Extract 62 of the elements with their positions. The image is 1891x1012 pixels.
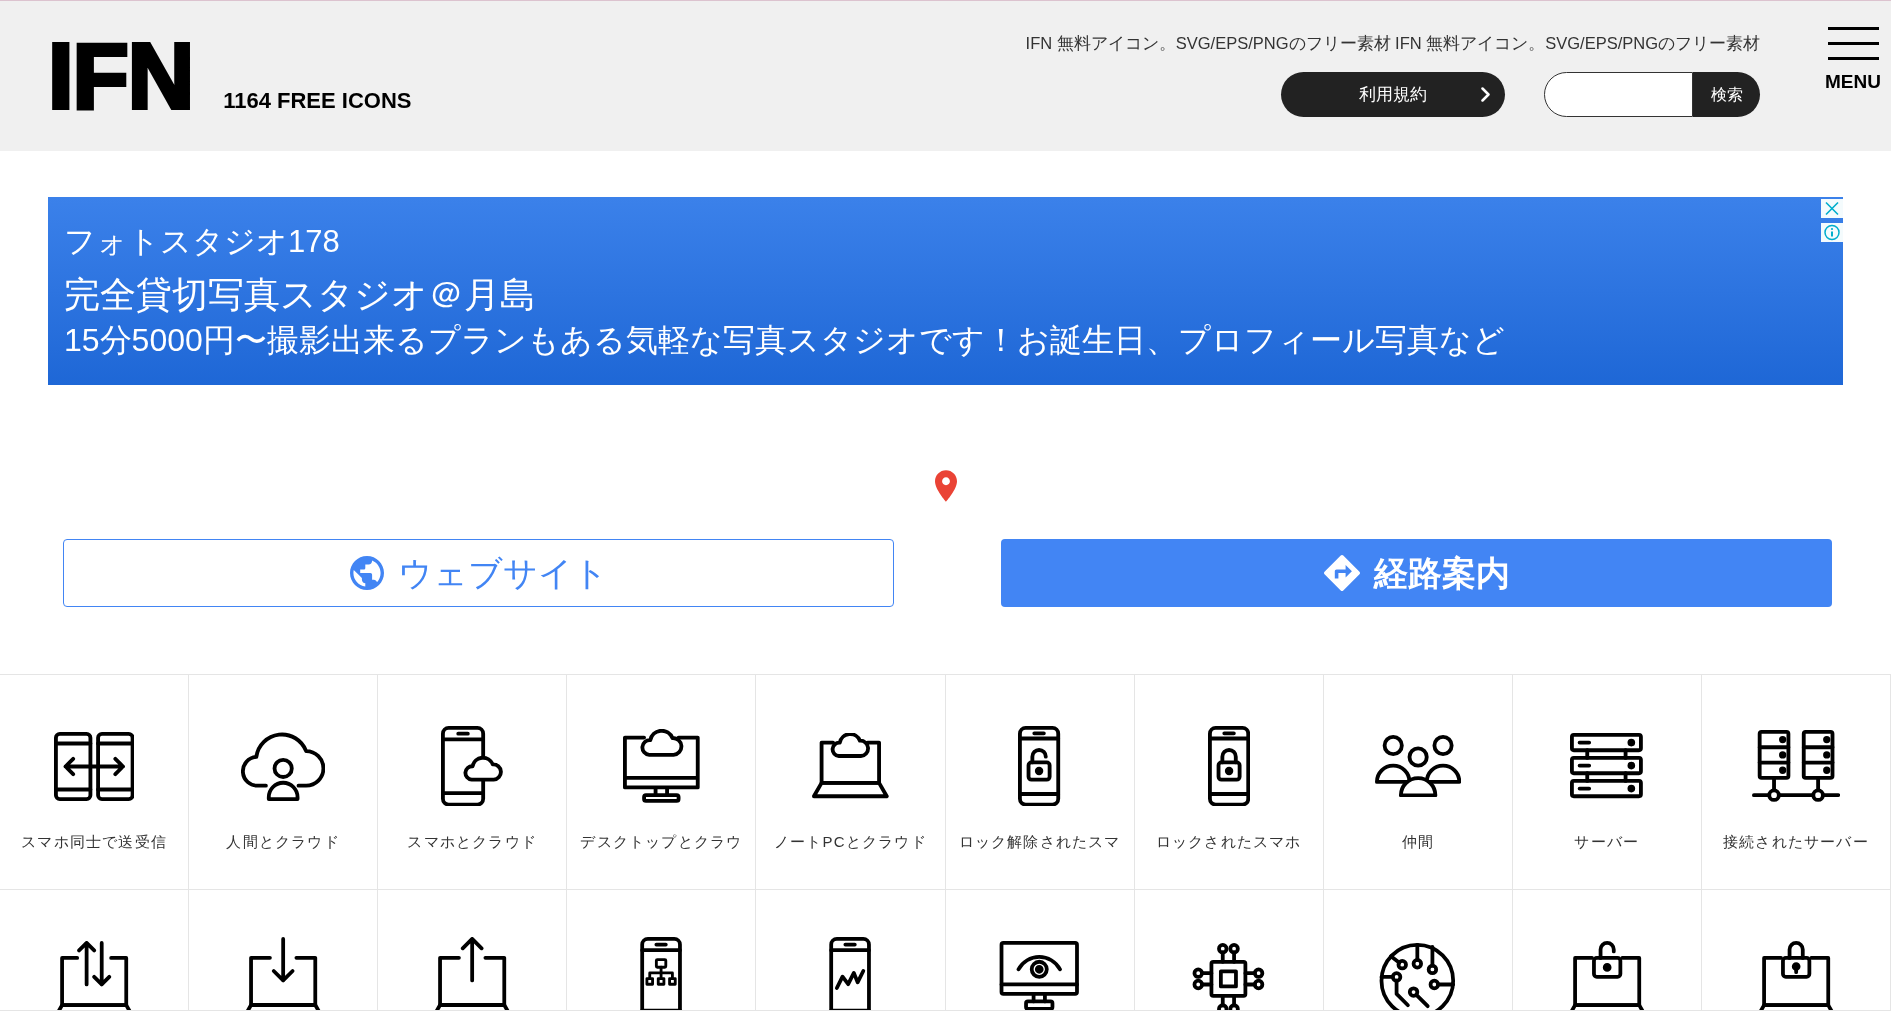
icon-card[interactable]: 接続されたサーバー bbox=[1701, 675, 1891, 890]
icon-label: ノートPCとクラウド bbox=[774, 832, 927, 852]
chevron-right-icon bbox=[1481, 87, 1491, 102]
site-notice: IFN 無料アイコン。SVG/EPS/PNGのフリー素材 IFN 無料アイコン。SVG/EPS/PNGのフリー素材 bbox=[1025, 33, 1761, 54]
icon-card[interactable]: スマホ同士で送受信 bbox=[0, 675, 190, 890]
site-logo[interactable]: IFN bbox=[48, 30, 194, 122]
terms-button[interactable]: 利用規約 bbox=[1281, 72, 1506, 117]
map-pin-icon bbox=[934, 470, 957, 502]
directions-button[interactable]: 経路案内 bbox=[1001, 539, 1832, 607]
icon-card[interactable]: ロック解除されたスマ bbox=[945, 675, 1135, 890]
icon-card[interactable] bbox=[1701, 890, 1891, 1011]
icon-label: サーバー bbox=[1574, 832, 1640, 852]
search-field[interactable] bbox=[1544, 72, 1694, 117]
icon-label: 仲間 bbox=[1401, 832, 1434, 852]
ad-description: 15分5000円〜撮影出来るプランもある気軽な写真スタジオです！お誕生日、プロフィール写真など bbox=[64, 321, 1505, 360]
ad-advertiser: フォトスタジオ178 bbox=[64, 223, 340, 261]
icon-card[interactable]: ロックされたスマホ bbox=[1134, 675, 1324, 890]
phone-line-chart-icon bbox=[829, 936, 872, 1010]
monitor-eye-icon bbox=[999, 940, 1080, 1010]
icon-card[interactable]: 仲間 bbox=[1323, 675, 1513, 890]
people-group-icon bbox=[1374, 734, 1461, 798]
icon-card[interactable]: 人間とクラウド bbox=[189, 675, 379, 890]
server-rack-icon bbox=[1570, 733, 1644, 799]
icon-card[interactable]: ノートPCとクラウド bbox=[756, 675, 946, 890]
menu-icon bbox=[1827, 27, 1879, 61]
laptop-cloud-icon bbox=[812, 732, 889, 800]
website-button[interactable]: ウェブサイト bbox=[63, 539, 894, 607]
icon-label: 接続されたサーバー bbox=[1723, 832, 1869, 852]
icon-label: スマホとクラウド bbox=[407, 832, 538, 852]
cloud-person-icon bbox=[240, 731, 326, 801]
icon-card[interactable] bbox=[189, 890, 379, 1011]
icon-label: ロックされたスマホ bbox=[1155, 832, 1302, 852]
icon-label: 人間とクラウド bbox=[226, 832, 340, 852]
icon-label: デスクトップとクラウ bbox=[580, 832, 743, 852]
connected-servers-icon bbox=[1751, 730, 1840, 802]
phone-cloud-icon bbox=[440, 725, 504, 807]
icon-card[interactable] bbox=[756, 890, 946, 1011]
icon-card[interactable] bbox=[567, 890, 757, 1011]
icon-card[interactable] bbox=[1512, 890, 1702, 1011]
icon-card[interactable]: スマホとクラウド bbox=[378, 675, 568, 890]
monitor-cloud-icon bbox=[623, 729, 700, 803]
directions-icon bbox=[1323, 555, 1360, 591]
ad-headline: 完全貸切写真スタジオ＠月島 bbox=[64, 273, 536, 317]
circuit-circle-icon bbox=[1379, 942, 1457, 1010]
icon-card[interactable]: デスクトップとクラウ bbox=[567, 675, 757, 890]
search-button[interactable]: 検索 bbox=[1693, 72, 1761, 117]
phone-padlock-icon bbox=[1207, 725, 1250, 807]
site-tagline: 1164 FREE ICONS bbox=[223, 90, 412, 112]
icon-card[interactable] bbox=[378, 890, 568, 1011]
phone-sitemap-icon bbox=[640, 936, 683, 1010]
globe-icon bbox=[349, 556, 384, 590]
phone-open-padlock-icon bbox=[1018, 725, 1061, 807]
icon-card[interactable] bbox=[1323, 890, 1513, 1011]
icon-card[interactable]: サーバー bbox=[1512, 675, 1702, 890]
icon-card[interactable] bbox=[0, 890, 190, 1011]
icon-card[interactable] bbox=[945, 890, 1135, 1011]
phones-arrows-icon bbox=[53, 731, 135, 801]
icon-label: ロック解除されたスマ bbox=[958, 832, 1121, 852]
icon-card[interactable] bbox=[1134, 890, 1324, 1011]
menu-button[interactable]: MENU bbox=[1825, 27, 1881, 93]
icon-label: スマホ同士で送受信 bbox=[21, 832, 167, 852]
chip-icon bbox=[1192, 942, 1266, 1010]
